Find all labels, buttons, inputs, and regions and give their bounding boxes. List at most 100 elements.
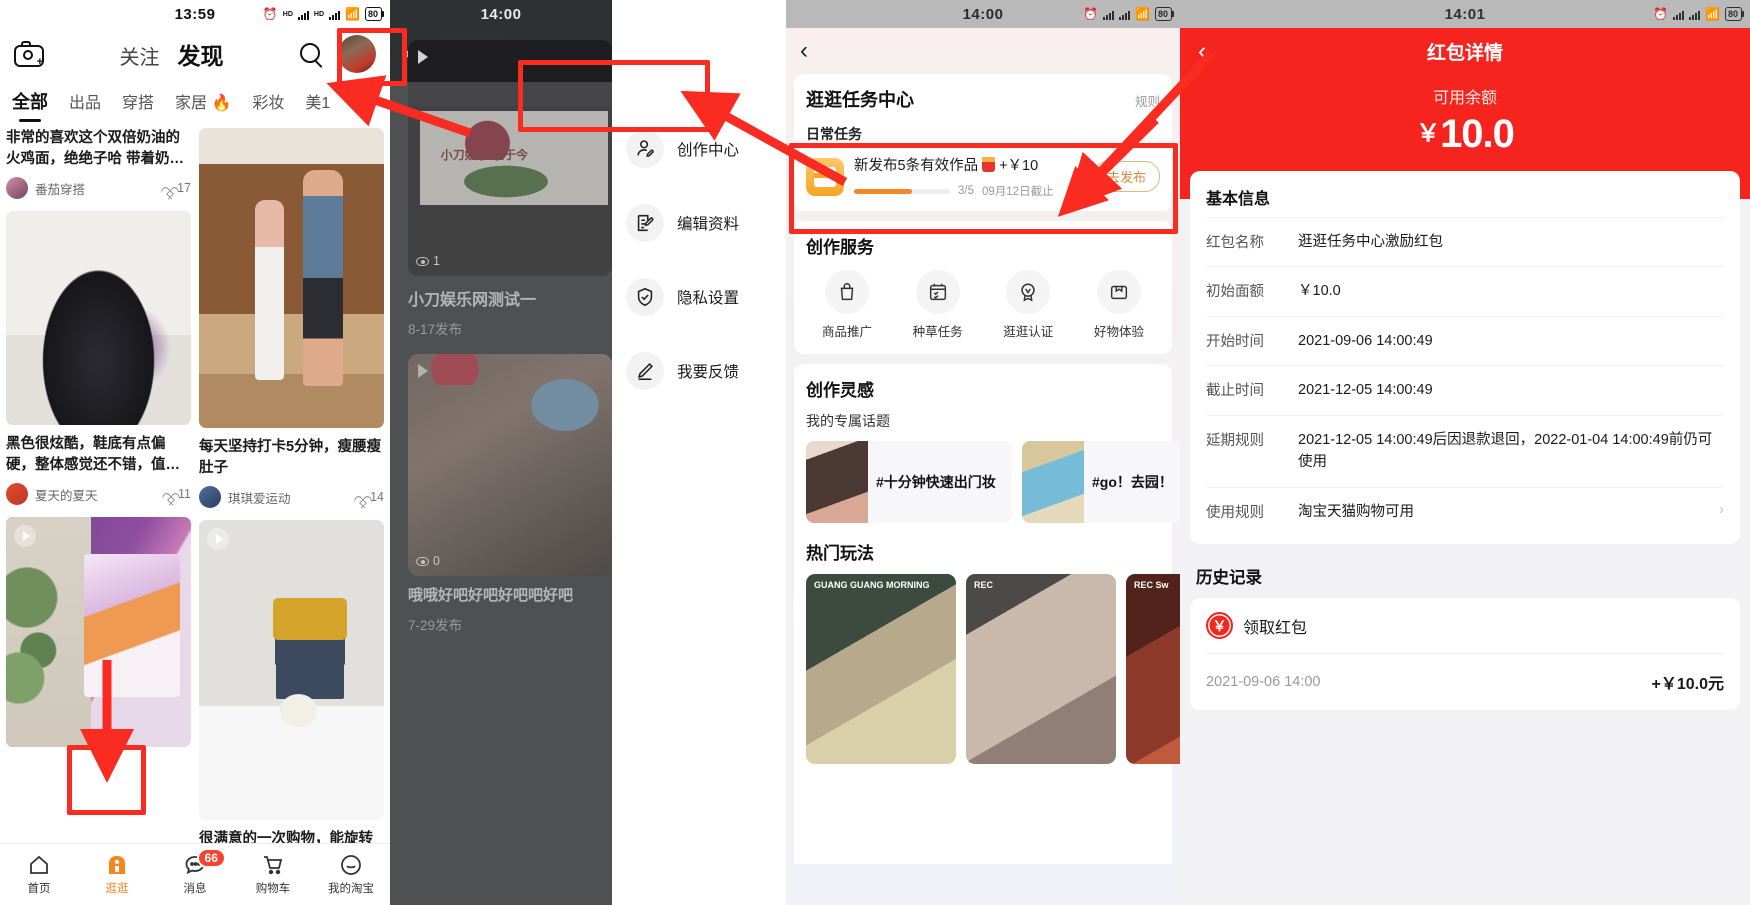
menu-item-privacy[interactable]: 隐私设置 xyxy=(612,260,786,334)
info-row-usage-rule[interactable]: 使用规则 淘宝天猫购物可用 › xyxy=(1206,486,1724,536)
camera-plus-icon[interactable]: + xyxy=(14,41,44,68)
like-count-wrap[interactable]: 14 xyxy=(353,490,384,504)
category-caizhuang[interactable]: 彩妆 xyxy=(252,89,284,113)
menu-item-creator-center[interactable]: 创作中心 xyxy=(612,112,786,186)
tab-follow[interactable]: 关注 xyxy=(120,41,160,70)
alarm-icon: ⏰ xyxy=(1083,7,1099,21)
play-card-2[interactable]: REC xyxy=(966,574,1116,764)
feed-card-1[interactable]: 非常的喜欢这个双倍奶油的火鸡面，绝绝子哈 带着奶… 番茄穿搭 17 xyxy=(6,128,191,200)
play-card-3[interactable]: REC Sw xyxy=(1126,574,1180,764)
avatar xyxy=(6,177,28,200)
feed-card-2[interactable]: 黑色很炫酷，鞋底有点偏硬，整体感觉还不错，值… 夏天的夏天 11 xyxy=(6,211,191,506)
tab-stroll[interactable]: 逛逛 xyxy=(78,853,156,896)
card-title: 非常的喜欢这个双倍奶油的火鸡面，绝绝子哈 带着奶… xyxy=(6,130,185,167)
history-row: 2021-09-06 14:00 +￥10.0元 xyxy=(1206,653,1724,710)
menu-item-feedback[interactable]: 我要反馈 xyxy=(612,334,786,408)
battery-icon: 80 xyxy=(1154,7,1175,21)
chevron-left-icon[interactable]: ‹ xyxy=(1198,37,1206,66)
tab-profile[interactable]: 我的淘宝 xyxy=(312,853,390,896)
card-meta: 夏天的夏天 11 xyxy=(6,483,191,506)
status-icons: ⏰ 📶 80 xyxy=(1653,7,1745,21)
status-time: 14:00 xyxy=(962,5,1004,23)
tab-discover[interactable]: 发现 xyxy=(178,37,224,71)
category-mei[interactable]: 美1 xyxy=(305,89,330,113)
feed-column-left: 非常的喜欢这个双倍奶油的火鸡面，绝绝子哈 带着奶… 番茄穿搭 17 黑色很炫酷，… xyxy=(6,128,191,870)
feed-grid: 非常的喜欢这个双倍奶油的火鸡面，绝绝子哈 带着奶… 番茄穿搭 17 黑色很炫酷，… xyxy=(0,118,390,870)
privacy-shield-icon xyxy=(626,278,664,316)
task-box-icon xyxy=(806,157,844,196)
service-item-task[interactable]: 种草任务 xyxy=(899,270,977,340)
profile-icon xyxy=(312,853,390,879)
category-jiaju[interactable]: 家居 🔥 xyxy=(175,89,231,113)
panel-profile-menu: 14:00 ‹ 小刀娱乐 乐于今 1 小刀娱乐网测试一 8-17发布 xyxy=(390,0,786,905)
discover-tabs: 关注 发现 xyxy=(44,37,299,71)
tab-label: 消息 xyxy=(183,883,207,895)
tab-message[interactable]: 66 消息 xyxy=(156,848,234,896)
basic-info-card: 基本信息 红包名称 逛逛任务中心激励红包 初始面额 ￥10.0 开始时间 202… xyxy=(1190,171,1740,545)
play-card-1[interactable]: GUANG GUANG MORNING xyxy=(806,574,956,764)
tab-label: 购物车 xyxy=(255,883,291,895)
status-time: 14:01 xyxy=(1444,5,1486,23)
card-meta: 琪琪爱运动 14 xyxy=(199,486,384,509)
like-count-wrap[interactable]: 11 xyxy=(161,487,191,501)
rules-link[interactable]: 规则 xyxy=(1135,91,1160,110)
discover-header: + 关注 发现 xyxy=(0,28,390,80)
info-key: 初始面额 xyxy=(1206,284,1264,301)
feed-column-right: 每天坚持打卡5分钟，瘦腰瘦肚子 琪琪爱运动 14 很满意的一次购物，能旋转不占地… xyxy=(199,128,384,870)
go-publish-button[interactable]: 去发布 xyxy=(1092,161,1160,192)
info-value: 2021-12-05 14:00:49 xyxy=(1298,382,1433,399)
creator-center-icon xyxy=(626,130,664,168)
hot-play-list: GUANG GUANG MORNING REC REC Sw xyxy=(806,574,1180,764)
service-item-certification[interactable]: 逛逛认证 xyxy=(989,270,1067,340)
play-icon[interactable] xyxy=(14,525,36,548)
alarm-icon: ⏰ xyxy=(1653,7,1669,21)
category-chuanda[interactable]: 穿搭 xyxy=(122,89,154,113)
cart-icon xyxy=(234,853,312,879)
task-name-wrap: 新发布5条有效作品 +￥10 xyxy=(854,154,1083,175)
feed-card-3[interactable] xyxy=(6,517,191,748)
card-author: 琪琪爱运动 xyxy=(228,491,291,506)
signal-icon-2 xyxy=(329,9,341,20)
search-icon[interactable] xyxy=(299,42,324,67)
user-avatar[interactable] xyxy=(338,35,376,73)
topic-list: #十分钟快速出门妆 #go！去园！ xyxy=(806,441,1180,523)
hd-label-2: HD xyxy=(313,10,325,18)
dim-overlay[interactable] xyxy=(390,82,612,905)
service-item-experience[interactable]: 好物体验 xyxy=(1080,270,1158,340)
like-count-wrap[interactable]: 17 xyxy=(160,181,191,195)
feed-card-4[interactable]: 每天坚持打卡5分钟，瘦腰瘦肚子 琪琪爱运动 14 xyxy=(199,128,384,509)
history-amount: +￥10.0元 xyxy=(1651,676,1725,694)
info-row-name: 红包名称 逛逛任务中心激励红包 xyxy=(1206,217,1724,266)
feed-card-5[interactable]: 很满意的一次购物，能旋转不占地方，怎么放都合适… xyxy=(199,520,384,870)
balance-value: ￥10.0 xyxy=(1180,112,1750,157)
info-value: 2021-12-05 14:00:49后因退款退回，2022-01-04 14:… xyxy=(1298,431,1713,471)
task-progress: 3/5 09月12日截止 xyxy=(854,183,1083,199)
category-chupin[interactable]: 出品 xyxy=(69,89,101,113)
category-all[interactable]: 全部 xyxy=(12,88,48,114)
services-title: 创作服务 xyxy=(806,238,874,257)
service-item-promotion[interactable]: 商品推广 xyxy=(808,270,886,340)
feedback-pen-icon xyxy=(626,352,664,390)
tab-home[interactable]: 首页 xyxy=(0,853,78,896)
signal-icon-2 xyxy=(1689,9,1701,20)
tab-cart[interactable]: 购物车 xyxy=(234,853,312,896)
alarm-icon: ⏰ xyxy=(262,7,278,21)
menu-item-edit-profile[interactable]: 编辑资料 xyxy=(612,186,786,260)
task-row[interactable]: 新发布5条有效作品 +￥10 3/5 09月12日截止 去发布 xyxy=(806,154,1160,199)
services-grid: 商品推广 种草任务 逛逛认证 好物体验 xyxy=(806,270,1160,340)
topic-card-2[interactable]: #go！去园！ xyxy=(1022,441,1180,523)
task-center-hero: 逛逛任务中心 规则 日常任务 新发布5条有效作品 +￥10 3/5 09月12日… xyxy=(786,74,1180,878)
battery-icon: 80 xyxy=(1724,7,1745,21)
topic-card-1[interactable]: #十分钟快速出门妆 xyxy=(806,441,1012,523)
play-icon[interactable] xyxy=(207,528,229,551)
status-time: 13:59 xyxy=(174,5,216,23)
add-category-icon[interactable]: + xyxy=(367,90,378,112)
chevron-left-icon[interactable]: ‹ xyxy=(800,37,808,65)
balance-label: 可用余额 xyxy=(1432,90,1497,107)
task-center-card: 逛逛任务中心 规则 日常任务 新发布5条有效作品 +￥10 3/5 09月12日… xyxy=(794,74,1172,211)
history-entry-header: ￥ 领取红包 xyxy=(1206,612,1724,653)
card-title: 每天坚持打卡5分钟，瘦腰瘦肚子 xyxy=(199,439,382,476)
info-value: 淘宝天猫购物可用 xyxy=(1298,503,1414,520)
task-reward: +￥10 xyxy=(999,158,1039,174)
card-meta: 番茄穿搭 17 xyxy=(6,177,191,200)
